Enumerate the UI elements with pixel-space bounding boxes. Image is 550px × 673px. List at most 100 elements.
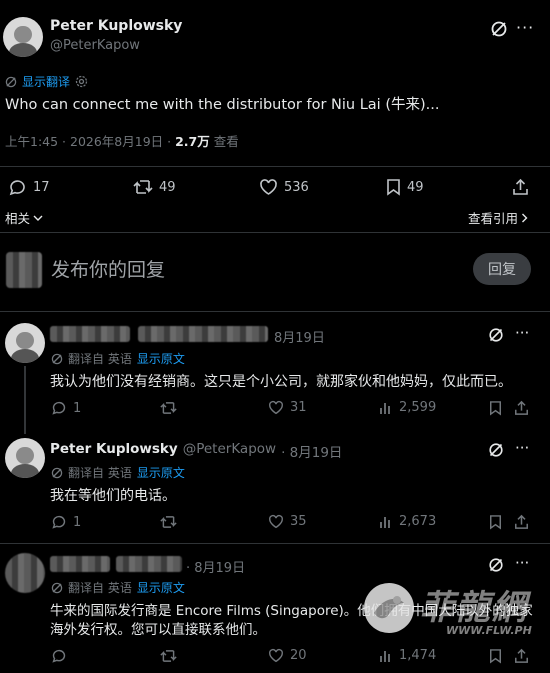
show-original-link[interactable]: 显示原文 [137,350,185,367]
like-action[interactable]: 35 [268,514,307,529]
show-original-link[interactable]: 显示原文 [137,579,185,596]
view-quotes-link[interactable]: 查看引用 [468,208,528,227]
retweet-action[interactable]: 49 [133,178,176,196]
analytics-icon [380,650,390,662]
views-label: 查看 [213,134,239,149]
translate-icon [51,582,63,593]
tweet-time[interactable]: 上午1:45 · 2026年8月19日 · [5,131,171,150]
reply-action[interactable]: 1 [51,400,81,416]
reply-action[interactable]: 17 [8,178,50,197]
reply-avatar[interactable] [5,553,45,593]
retweet-icon [160,516,177,528]
reply-text: 我在等他们的电话。 [50,488,176,504]
author-handle[interactable]: @PeterKapow [183,441,276,461]
more-options-icon[interactable]: ··· [515,324,529,342]
like-action[interactable]: 536 [259,178,309,196]
grok-icon[interactable] [490,20,508,38]
reply-date[interactable]: · 8月19日 [186,557,245,576]
reply-count: 17 [33,180,50,195]
author-avatar[interactable] [5,438,45,478]
watermark-logo-icon [364,583,414,633]
bookmark-count: 49 [407,179,424,195]
show-original-link[interactable]: 显示原文 [137,464,185,481]
views-action[interactable]: 1,474 [379,648,436,663]
like-action[interactable]: 20 [268,648,307,663]
translated-from: 翻译自 英语 [68,352,132,366]
more-options-icon[interactable]: ··· [515,439,529,457]
bookmark-icon[interactable] [489,514,502,530]
divider [0,232,550,233]
like-action[interactable]: 31 [268,400,307,415]
translate-row: 显示翻译 [5,73,88,90]
reply-header: Peter Kuplowsky @PeterKapow · 8月19日 [50,441,342,461]
retweet-icon [160,650,177,662]
heart-icon [269,648,283,663]
translated-from: 翻译自 英语 [68,581,132,595]
share-icon[interactable] [514,514,529,530]
reply-icon [52,515,66,529]
author-name[interactable]: Peter Kuplowsky [50,441,178,461]
reply-avatar[interactable] [5,323,45,363]
my-avatar[interactable] [6,252,42,288]
author-handle[interactable]: @PeterKapow [50,38,140,53]
translate-icon [51,353,63,364]
retweet-action[interactable] [160,400,177,416]
grok-icon[interactable] [488,442,504,458]
translate-icon [51,467,63,478]
more-options-icon[interactable]: ··· [515,554,529,572]
retweet-icon [133,180,153,194]
grok-icon[interactable] [488,327,504,343]
grok-icon[interactable] [488,557,504,573]
bookmark-icon[interactable] [489,400,502,416]
translate-row: 翻译自 英语 显示原文 [51,464,185,481]
reply-text: 我认为他们没有经销商。这只是个小公司，就那家伙和他妈妈，仅此而已。 [50,374,512,390]
author-avatar[interactable] [3,17,43,57]
reply-icon [52,649,66,663]
bookmark-icon [387,179,400,196]
thread-line [24,366,26,434]
analytics-icon [380,402,390,414]
share-icon[interactable] [514,648,529,664]
gear-icon[interactable] [75,75,88,88]
divider [0,543,550,544]
tweet-meta: 上午1:45 · 2026年8月19日 · 2.7万 查看 [5,131,239,150]
views-action[interactable]: 2,599 [379,400,436,415]
translated-from: 翻译自 英语 [68,466,132,480]
more-options-icon[interactable]: ··· [516,18,534,37]
bookmark-action[interactable]: 49 [386,178,424,196]
reply-text-line2: 海外发行权。您可以直接联系他们。 [50,622,266,638]
reply-button[interactable]: 回复 [473,253,531,285]
translate-icon [5,76,17,87]
reply-action[interactable] [51,648,67,664]
retweet-action[interactable] [160,514,177,530]
divider [0,311,550,312]
like-count: 536 [284,179,309,195]
heart-icon [260,179,277,195]
author-name[interactable]: Peter Kuplowsky [50,18,182,34]
bookmark-icon[interactable] [489,648,502,664]
blurred-username [50,556,110,572]
heart-icon [269,400,283,415]
reply-date[interactable]: · 8月19日 [281,441,342,461]
show-translation-link[interactable]: 显示翻译 [22,73,70,90]
sort-relevance[interactable]: 相关 [5,208,43,227]
views-action[interactable]: 2,673 [379,514,436,529]
retweet-action[interactable] [160,648,177,664]
chevron-down-icon [33,215,43,221]
reply-input[interactable]: 发布你的回复 [51,255,165,282]
translate-row: 翻译自 英语 显示原文 [51,579,185,596]
reply-date[interactable]: 8月19日 [274,327,325,346]
reply-action[interactable]: 1 [51,514,81,530]
share-icon[interactable] [514,400,529,416]
blurred-username [50,326,130,342]
blurred-handle [138,326,268,342]
like-count: 35 [290,514,307,529]
share-icon[interactable] [512,178,529,196]
views-count: 2.7万 [175,134,210,149]
retweet-icon [160,402,177,414]
watermark-url: WWW.FLW.PH [446,624,532,637]
translate-row: 翻译自 英语 显示原文 [51,350,185,367]
like-count: 20 [290,648,307,663]
view-quotes-label: 查看引用 [468,211,519,226]
sort-relevance-label: 相关 [5,211,31,226]
